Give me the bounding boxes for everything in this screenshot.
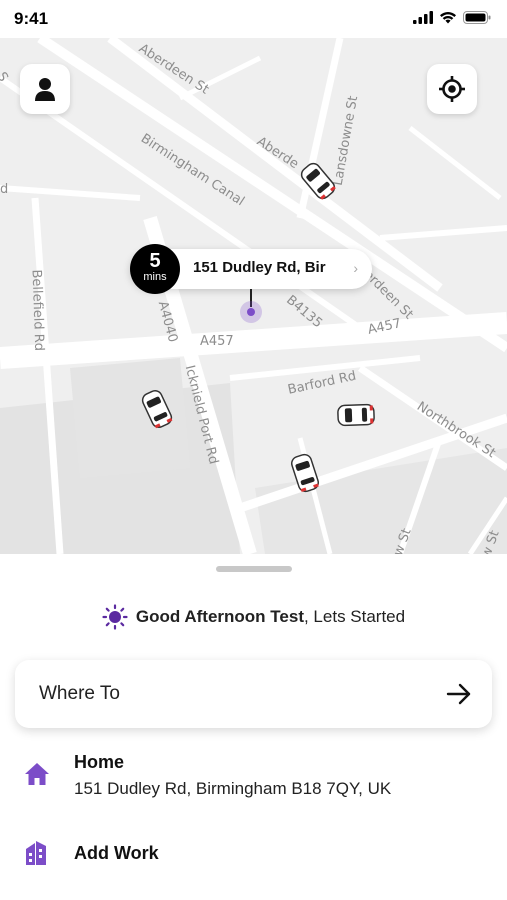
bottom-sheet: Good Afternoon Test, Lets Started Where … [0,554,507,900]
sun-icon [102,604,128,630]
street-label: Bellefield Rd [28,269,47,352]
status-time: 9:41 [14,9,49,28]
status-bar: 9:41 [0,0,507,38]
pickup-pin-dot [240,301,262,323]
pickup-address: 151 Dudley Rd, Bir [193,259,326,276]
saved-place-home[interactable]: Home 151 Dudley Rd, Birmingham B18 7QY, … [0,750,507,806]
eta-badge: 5 mins [130,244,180,294]
person-icon [35,78,55,101]
pickup-location-pill[interactable]: 5 mins 151 Dudley Rd, Bir › [130,244,372,294]
work-building-icon [26,841,46,865]
saved-place-add-work[interactable]: Add Work [0,840,507,874]
car-icon [337,403,375,427]
place-title: Add Work [74,843,159,863]
chevron-right-icon: › [353,260,358,276]
signal-icon [413,11,433,24]
street-label: A457 [200,334,234,349]
greeting-rest: , Lets Started [303,607,406,626]
place-address: 151 Dudley Rd, Birmingham B18 7QY, UK [74,779,392,798]
status-icons [413,11,491,24]
greeting-text: Good Afternoon Test, Lets Started [136,607,405,627]
battery-icon [463,11,491,24]
profile-button[interactable] [20,64,70,114]
eta-unit: mins [143,271,167,283]
place-title: Home [74,752,125,772]
eta-value: 5 [149,250,161,272]
home-icon [25,763,49,785]
map-view[interactable]: Aberdeen St Aberde erdeen St Lansdowne S… [0,38,507,554]
map-roads [0,38,507,554]
locate-me-button[interactable] [427,64,477,114]
greeting-name: Good Afternoon Test [135,607,304,626]
where-to-label: Where To [39,683,120,704]
sheet-drag-handle[interactable] [216,566,292,572]
street-label: d [0,182,9,197]
greeting: Good Afternoon Test, Lets Started [0,604,507,630]
wifi-icon [440,12,456,24]
crosshair-icon [439,76,465,102]
arrow-right-icon[interactable] [446,682,472,706]
where-to-input[interactable]: Where To [15,660,492,728]
